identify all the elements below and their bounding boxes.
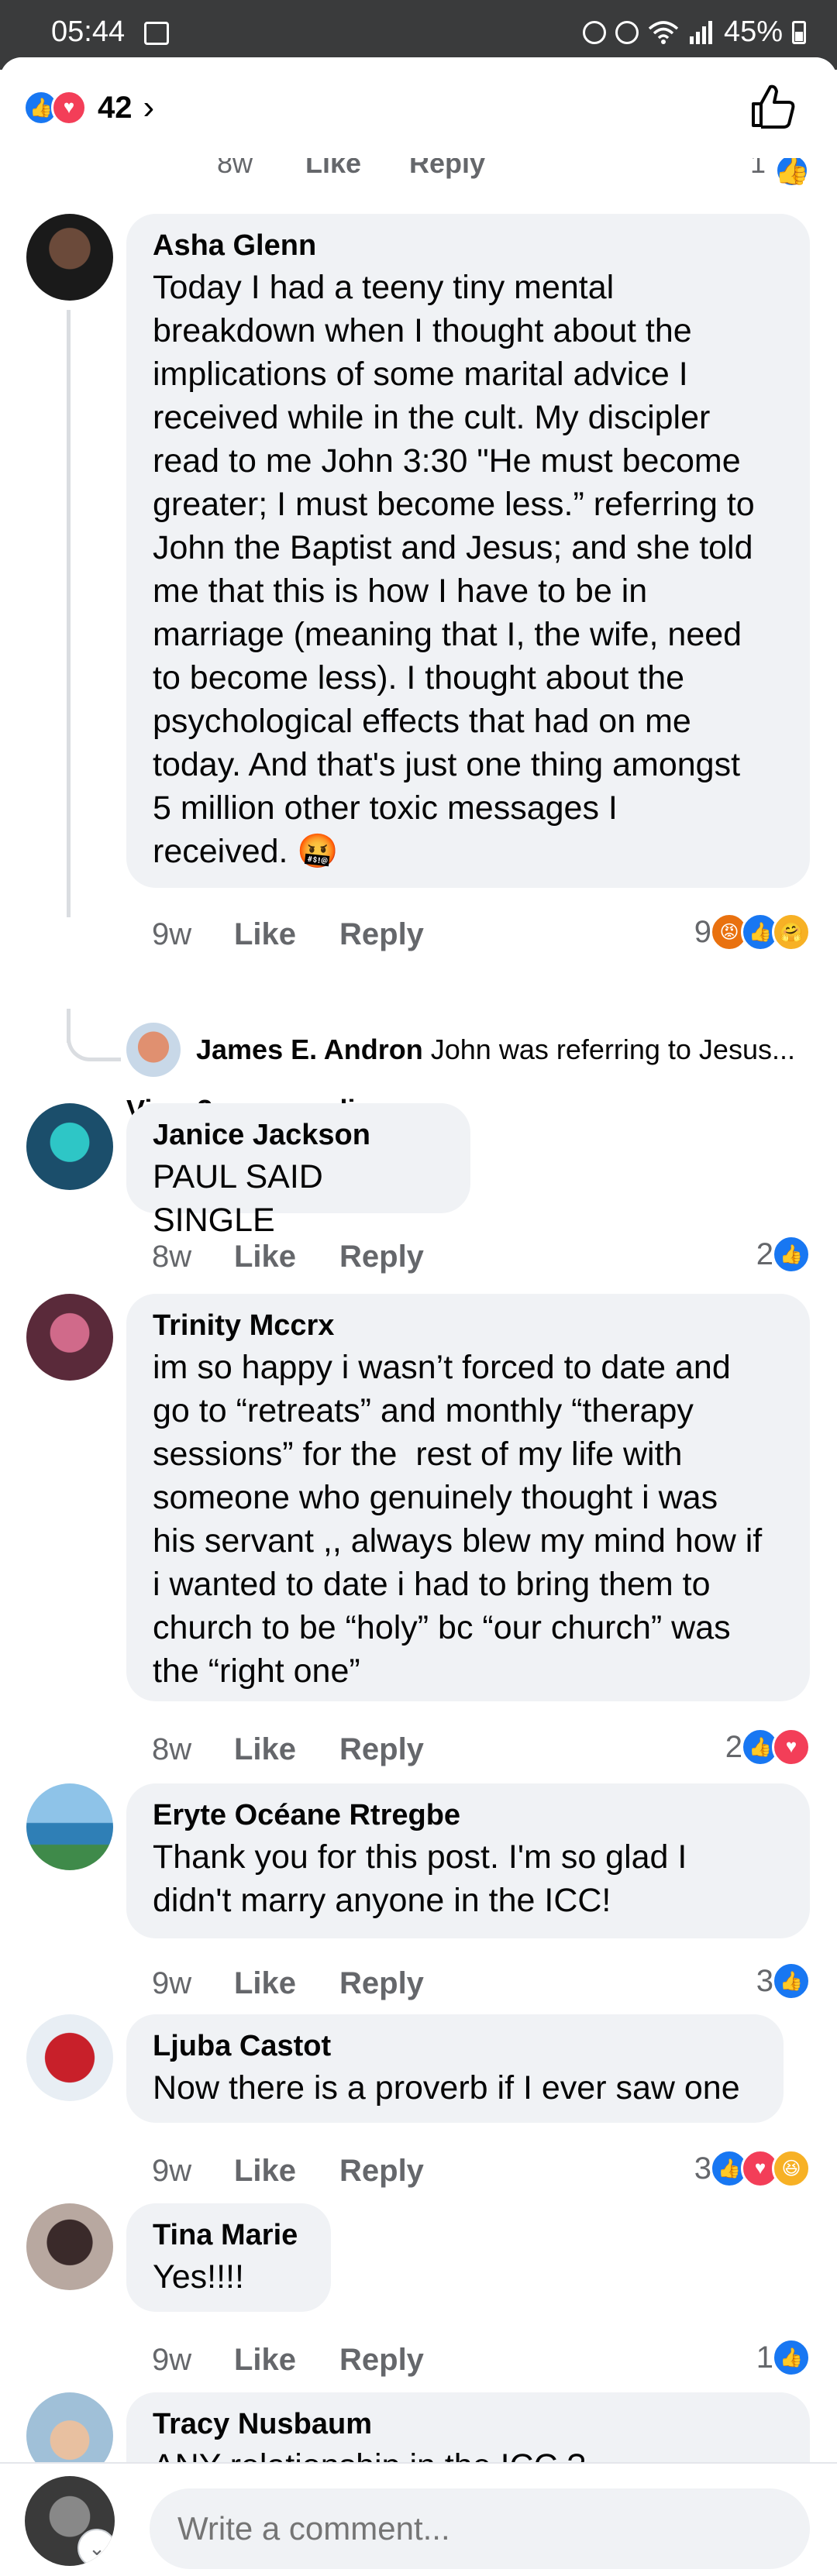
comment-bubble[interactable]: Janice Jackson PAUL SAID SINGLE	[126, 1103, 470, 1239]
thumb-outline-icon[interactable]	[747, 81, 798, 132]
love-icon: ♥	[772, 1728, 811, 1766]
comment-reactions[interactable]: 3 👍 ♥ 😆	[694, 2149, 811, 2188]
comment-text: Today I had a teeny tiny mental breakdow…	[153, 269, 755, 870]
comment-time: 9w	[152, 1966, 192, 2000]
comment-time: 8w	[152, 1732, 192, 1766]
avatar[interactable]	[126, 1023, 181, 1077]
reaction-count: 9	[694, 914, 711, 949]
comment-time: 8w	[152, 1240, 192, 1274]
reply-button[interactable]: Reply	[339, 1240, 424, 1274]
like-button[interactable]: Like	[234, 2343, 339, 2378]
comment-reactions[interactable]: 9 😡 👍 🤗	[694, 913, 811, 951]
thread-connector	[67, 1023, 121, 1061]
comment-author[interactable]: Trinity Mccrx	[153, 1309, 784, 1343]
care-icon: 🤗	[772, 913, 811, 951]
reaction-total: 42	[98, 90, 133, 125]
like-icon: 👍	[772, 2338, 811, 2377]
avatar[interactable]	[26, 1294, 113, 1381]
reaction-count: 1	[756, 2340, 773, 2375]
comment-reactions[interactable]: 1 👍	[756, 2338, 811, 2377]
comment-actions: 9w Like Reply	[152, 1966, 424, 2001]
comment-text: im so happy i wasn’t forced to date and …	[153, 1349, 763, 1690]
comment-text: Yes!!!!	[153, 2258, 244, 2296]
comment-author[interactable]: Tina Marie	[153, 2219, 305, 2252]
my-avatar[interactable]: ⌄	[25, 2476, 115, 2566]
comment-bubble[interactable]: Tina Marie Yes!!!!	[126, 2203, 331, 2312]
reaction-count: 3	[694, 2151, 711, 2186]
like-icon: 👍	[772, 1962, 811, 2000]
avatar[interactable]	[26, 214, 113, 301]
like-icon: 👍	[772, 1235, 811, 1274]
comment-composer: ⌄	[0, 2462, 837, 2576]
like-button[interactable]: Like	[234, 1240, 339, 1274]
mute-icon	[615, 20, 639, 44]
reactions-header: 👍 ♥ 42 ›	[0, 57, 837, 158]
comment-reactions[interactable]: 2 👍	[756, 1235, 811, 1274]
comment-text: Now there is a proverb if I ever saw one	[153, 2069, 740, 2107]
reply-button[interactable]: Reply	[339, 1966, 424, 2001]
comment-time: 9w	[152, 917, 192, 951]
battery-icon	[792, 20, 806, 44]
like-icon: 👍	[774, 153, 810, 187]
love-icon: ♥	[51, 90, 87, 126]
comment-input[interactable]	[150, 2488, 810, 2569]
comment-text: PAUL SAID SINGLE	[153, 1158, 332, 1239]
alarm-icon	[582, 20, 606, 44]
status-time: 05:44	[51, 15, 126, 48]
like-button[interactable]: Like	[234, 2154, 339, 2189]
comment-author[interactable]: Janice Jackson	[153, 1119, 444, 1152]
comment-text: Thank you for this post. I'm so glad I d…	[153, 1838, 687, 1919]
comments-sheet: 👍 ♥ 42 › 8w Like Reply 1 👍 Asha Glenn To…	[0, 57, 837, 2576]
comment-bubble[interactable]: Eryte Océane Rtregbe Thank you for this …	[126, 1783, 810, 1938]
comment-bubble[interactable]: Trinity Mccrx im so happy i wasn’t force…	[126, 1294, 810, 1701]
haha-icon: 😆	[772, 2149, 811, 2188]
signal-icon	[689, 20, 712, 44]
reply-button[interactable]: Reply	[339, 2343, 424, 2378]
chevron-down-icon[interactable]: ⌄	[78, 2529, 115, 2566]
comment-time: 9w	[152, 2154, 192, 2188]
comment-author[interactable]: Asha Glenn	[153, 229, 784, 263]
reply-snippet: John was referring to Jesus...	[430, 1033, 795, 1065]
comment-author[interactable]: Tracy Nusbaum	[153, 2408, 784, 2441]
reaction-count: 2	[725, 1729, 742, 1764]
comment-author[interactable]: Eryte Océane Rtregbe	[153, 1799, 784, 1832]
peek-row: 8w Like Reply 1 👍	[0, 147, 837, 189]
comment-author[interactable]: Ljuba Castot	[153, 2030, 757, 2063]
avatar[interactable]	[26, 2014, 113, 2101]
avatar[interactable]	[26, 1103, 113, 1190]
comment-actions: 9w Like Reply	[152, 2154, 424, 2189]
reply-button[interactable]: Reply	[339, 2154, 424, 2189]
avatar[interactable]	[26, 1783, 113, 1870]
reply-button[interactable]: Reply	[339, 917, 424, 952]
reply-text: James E. Andron John was referring to Je…	[196, 1033, 816, 1066]
status-icons: 45%	[582, 15, 806, 49]
reply-author[interactable]: James E. Andron	[196, 1033, 423, 1065]
like-button[interactable]: Like	[234, 1966, 339, 2001]
battery-percent: 45%	[723, 15, 783, 48]
gallery-icon	[144, 22, 169, 45]
reaction-count: 3	[756, 1963, 773, 1998]
thread-line	[67, 310, 71, 917]
comment-bubble[interactable]: Ljuba Castot Now there is a proverb if I…	[126, 2014, 784, 2123]
comment-reactions[interactable]: 3 👍	[756, 1962, 811, 2000]
chevron-right-icon: ›	[143, 88, 155, 126]
reply-button[interactable]: Reply	[339, 1732, 424, 1767]
comment-actions: 9w Like Reply	[152, 917, 424, 952]
reaction-summary[interactable]: 👍 ♥ 42 ›	[23, 88, 154, 127]
comment-actions: 8w Like Reply	[152, 1732, 424, 1767]
reaction-count: 2	[756, 1236, 773, 1271]
comment-reactions[interactable]: 2 👍 ♥	[725, 1728, 811, 1766]
comment-actions: 8w Like Reply	[152, 1240, 424, 1274]
comment-time: 9w	[152, 2343, 192, 2377]
wifi-icon	[648, 20, 679, 44]
avatar[interactable]	[26, 2203, 113, 2290]
like-button[interactable]: Like	[234, 917, 339, 952]
comment-bubble[interactable]: Asha Glenn Today I had a teeny tiny ment…	[126, 214, 810, 888]
like-button[interactable]: Like	[234, 1732, 339, 1767]
comment-actions: 9w Like Reply	[152, 2343, 424, 2378]
